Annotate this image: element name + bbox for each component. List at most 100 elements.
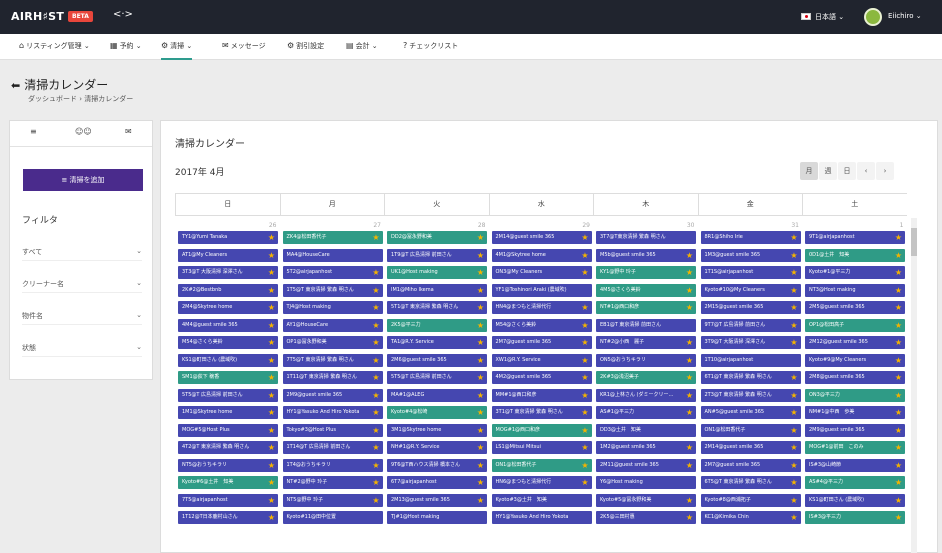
star-icon[interactable]: ★ [895,459,902,472]
cleaning-event[interactable]: 1M1@Skytree home ★ [178,406,278,419]
star-icon[interactable]: ★ [790,336,797,349]
star-icon[interactable]: ★ [581,336,588,349]
star-icon[interactable]: ★ [790,494,797,507]
star-icon[interactable]: ★ [686,441,693,454]
star-icon[interactable]: ★ [686,354,693,367]
cleaning-event[interactable]: AS#1@平三力 ★ [596,406,696,419]
day-number[interactable]: 28 [384,222,486,229]
star-icon[interactable]: ★ [477,249,484,262]
star-icon[interactable]: ★ [268,459,275,472]
cleaning-event[interactable]: ON3@平三力 ★ [805,388,905,402]
cleaning-event[interactable]: OP1@松田高子 ★ [805,318,905,332]
prev-button[interactable]: ‹ [857,162,875,180]
star-icon[interactable]: ★ [686,301,693,314]
cleaning-event[interactable]: M54@さくら美鈴 ★ [491,318,592,332]
calendar-scrollbar[interactable] [911,218,917,553]
star-icon[interactable]: ★ [790,459,797,472]
cleaning-event[interactable]: 1T14@T 広島清掃 前田さん ★ [282,441,383,454]
filter-cleaner[interactable]: クリーナー名 ⌄ [22,279,142,293]
brand-logo[interactable]: AIRH♯ST [11,10,64,23]
back-circle-icon[interactable]: ⬅ [11,79,20,92]
star-icon[interactable]: ★ [790,266,797,279]
star-icon[interactable]: ★ [477,301,484,314]
cleaning-event[interactable]: 3T9@T 大阪清掃 深澤さん ★ [700,336,801,349]
day-number[interactable]: 29 [489,222,590,229]
cleaning-event[interactable]: DD3@土井 知美 [596,423,696,437]
star-icon[interactable]: ★ [790,511,797,524]
star-icon[interactable]: ★ [268,389,275,402]
cleaning-event[interactable]: 6T1@T 東京清掃 繁森 明さん ★ [700,371,801,384]
star-icon[interactable]: ★ [268,319,275,332]
cleaning-event[interactable]: 2K5@平三力 ★ [387,318,487,332]
cleaning-event[interactable]: 3M1@Skytree home ★ [387,423,487,437]
cleaning-event[interactable]: NH#1@R.Y. Service ★ [387,441,487,454]
cleaning-event[interactable]: 2M6@guest smile 365 ★ [387,353,487,367]
cleaning-event[interactable]: HY1@Yasuko And Hiro Yokota [491,511,592,524]
cleaning-event[interactable]: Kyoto#10@My Cleaners ★ [700,283,801,297]
cleaning-event[interactable]: 3T7@T東京清掃 繁森 明さん [596,231,696,244]
cleaning-event[interactable]: 1T5@T 東京清掃 繁森 明さん ★ [282,283,383,297]
cleaning-event[interactable]: 4M2@guest smile 365 ★ [491,371,592,384]
cleaning-event[interactable]: 5T5@T 広島清掃 前田さん ★ [387,371,487,384]
star-icon[interactable]: ★ [581,406,588,419]
star-icon[interactable]: ★ [895,389,902,402]
cleaning-event[interactable]: TJ#1@Host making [387,511,487,524]
cleaning-event[interactable]: NT#1@西口和彦 ★ [596,301,696,314]
cleaning-event[interactable]: 8R1@Shiho Irie ★ [700,231,801,244]
star-icon[interactable]: ★ [372,389,379,402]
cleaning-event[interactable]: 0D1@土井 知美 ★ [805,248,905,262]
cleaning-event[interactable]: 1M3@guest smile 365 ★ [700,248,801,262]
star-icon[interactable]: ★ [477,406,484,419]
cleaning-event[interactable]: ON1@松田香代子 ★ [700,423,801,437]
star-icon[interactable]: ★ [268,371,275,384]
star-icon[interactable]: ★ [581,301,588,314]
star-icon[interactable]: ★ [477,371,484,384]
star-icon[interactable]: ★ [895,231,902,244]
cleaning-event[interactable]: MA4@HouseCare [282,248,383,262]
star-icon[interactable]: ★ [477,231,484,244]
language-selector[interactable]: 日本語 ⌄ [815,12,844,22]
star-icon[interactable]: ★ [268,284,275,297]
cleaning-event[interactable]: 9T1@airjapanhost ★ [805,231,905,244]
scrollbar-thumb[interactable] [911,228,917,256]
users-tab-icon[interactable]: ☺☺ [75,127,92,136]
cleaning-event[interactable]: 3T3@T 大阪清掃 深澤さん ★ [178,266,278,279]
cleaning-event[interactable]: AY1@HouseCare ★ [282,318,383,332]
star-icon[interactable]: ★ [895,476,902,489]
star-icon[interactable]: ★ [686,494,693,507]
cleaning-event[interactable]: 7T5@airjapanhost ★ [178,493,278,507]
cleaning-event[interactable]: 2M11@guest smile 365 ★ [596,458,696,472]
cleaning-event[interactable]: KY1@野中 玲子 ★ [596,266,696,279]
cleaning-event[interactable]: NT5@おうちキラリ ★ [178,458,278,472]
cleaning-event[interactable]: OP1@冨永野和美 ★ [282,336,383,349]
star-icon[interactable]: ★ [477,389,484,402]
day-number[interactable]: 26 [175,222,277,229]
month-view-button[interactable]: 月 [800,162,818,180]
star-icon[interactable]: ★ [477,336,484,349]
nav-reservation[interactable]: ▦ 予約 ⌄ [110,34,142,60]
star-icon[interactable]: ★ [581,424,588,437]
star-icon[interactable]: ★ [372,441,379,454]
star-icon[interactable]: ★ [268,476,275,489]
star-icon[interactable]: ★ [268,441,275,454]
cleaning-event[interactable]: 1T11@T 東京清掃 繁森 明さん ★ [282,371,383,384]
star-icon[interactable]: ★ [581,266,588,279]
star-icon[interactable]: ★ [372,354,379,367]
day-number[interactable]: 1 [802,222,904,229]
cleaning-event[interactable]: 2M5@guest smile 365 ★ [805,301,905,314]
cleaning-event[interactable]: Kyoto#8@西浦拓子 ★ [700,493,801,507]
cleaning-event[interactable]: 2K#3@浅沼美子 ★ [596,371,696,384]
cleaning-event[interactable]: KC1@Kimika Chin ★ [700,511,801,524]
cleaning-event[interactable]: 1T1S@airjapanhost ★ [700,266,801,279]
cleaning-event[interactable]: 9T6@T西ハウス清掃 橋本さん ★ [387,458,487,472]
star-icon[interactable]: ★ [895,319,902,332]
star-icon[interactable]: ★ [895,284,902,297]
star-icon[interactable]: ★ [268,266,275,279]
star-icon[interactable]: ★ [686,389,693,402]
cleaning-event[interactable]: 2M13@guest smile 365 ★ [387,493,487,507]
nav-accounting[interactable]: ▤ 会計 ⌄ [346,34,378,60]
star-icon[interactable]: ★ [895,354,902,367]
star-icon[interactable]: ★ [895,406,902,419]
star-icon[interactable]: ★ [372,336,379,349]
cleaning-event[interactable]: NT#2@野中 玲子 ★ [282,476,383,489]
